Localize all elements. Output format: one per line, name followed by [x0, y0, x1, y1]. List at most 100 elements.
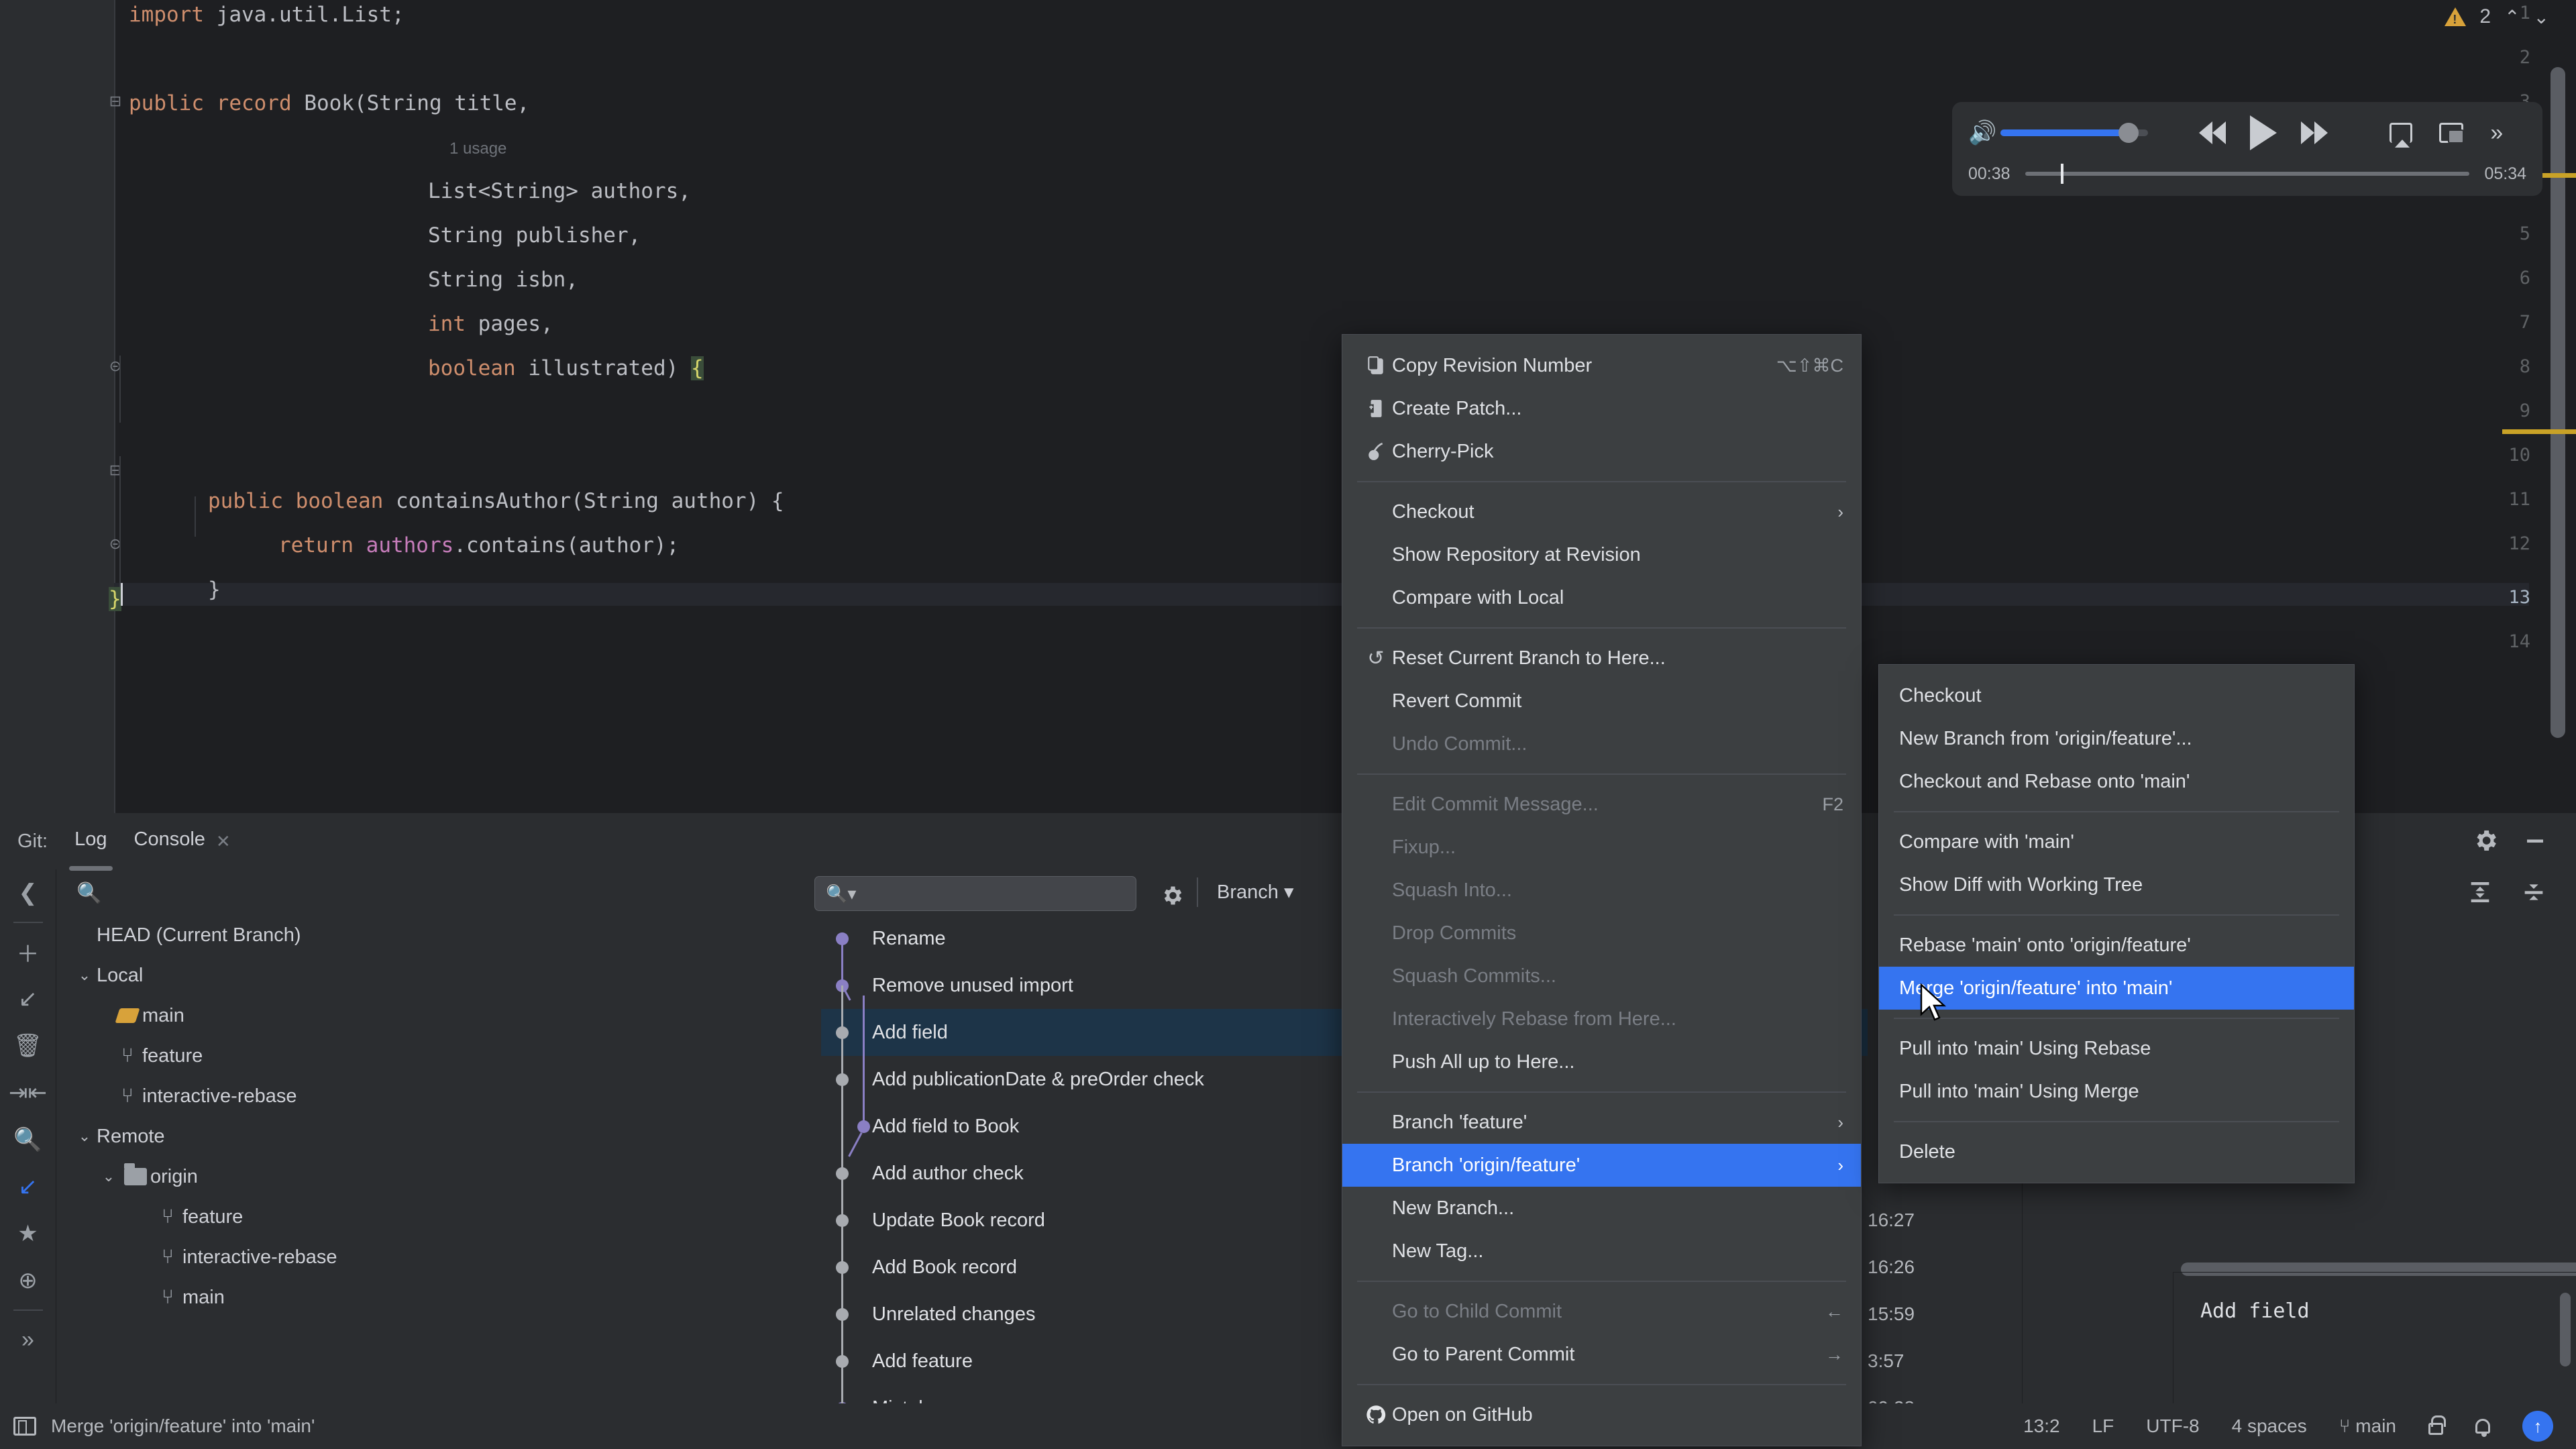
menu-item-revert-commit[interactable]: Revert Commit [1342, 680, 1861, 722]
menu-item-reset-current-branch-to-here[interactable]: ↺ Reset Current Branch to Here... [1342, 637, 1861, 680]
branch-filter-dropdown[interactable]: Branch ▾ [1217, 880, 1294, 904]
add-icon[interactable]: ＋ [5, 928, 52, 975]
menu-item-push-all-up-to-here[interactable]: Push All up to Here... [1342, 1040, 1861, 1083]
lock-icon[interactable] [2428, 1415, 2446, 1435]
error-stripe-marker[interactable] [2502, 429, 2576, 434]
minimize-icon[interactable] [2520, 825, 2551, 856]
search-icon[interactable]: 🔍 [5, 1116, 52, 1163]
commit-message: Add feature [872, 1350, 973, 1372]
volume-icon[interactable]: 🔊 [1968, 119, 1996, 146]
favorite-icon[interactable]: ★ [5, 1210, 52, 1257]
menu-item-compare-with-local[interactable]: Compare with Local [1342, 576, 1861, 619]
more-chevron-icon[interactable]: » [2490, 120, 2503, 146]
editor-scrollbar[interactable] [2551, 67, 2565, 738]
menu-item-checkout[interactable]: Checkout › [1342, 490, 1861, 533]
details-vertical-scrollbar[interactable] [2560, 1293, 2571, 1366]
submenu-item-compare-with-main[interactable]: Compare with 'main' [1879, 820, 2354, 863]
menu-item-label: Fixup... [1392, 836, 1456, 858]
menu-item-label: New Branch... [1392, 1197, 1515, 1219]
fast-forward-icon[interactable] [2301, 121, 2328, 144]
code-token-pages: pages, [478, 312, 553, 336]
seek-knob[interactable] [2060, 164, 2063, 184]
airplay-icon[interactable] [2390, 123, 2413, 148]
code-token-int: int [428, 312, 466, 336]
submenu-item-pull-using-rebase[interactable]: Pull into 'main' Using Rebase [1879, 1027, 2354, 1070]
play-icon[interactable] [2250, 115, 2277, 150]
merge-icon[interactable]: ⇥⇤ [5, 1069, 52, 1116]
checkout-icon[interactable]: ↙ [5, 1163, 52, 1210]
collapse-icon[interactable]: ❮ [5, 869, 52, 916]
branch-tree[interactable]: HEAD (Current Branch) ⌄ Local main ⑂ fea… [56, 915, 821, 1403]
volume-knob[interactable] [2118, 123, 2139, 143]
line-separator[interactable]: LF [2092, 1415, 2114, 1437]
submenu-item-new-branch-from[interactable]: New Branch from 'origin/feature'... [1879, 717, 2354, 760]
file-encoding[interactable]: UTF-8 [2146, 1415, 2199, 1437]
chevron-down-icon[interactable]: ⌄ [72, 1128, 97, 1145]
search-input[interactable]: 🔍▾ [814, 876, 1136, 911]
tree-item-local[interactable]: ⌄ Local [56, 955, 821, 996]
notification-bell-icon[interactable] [2475, 1419, 2490, 1437]
inspection-widget[interactable]: 2 ⌃ ⌄ [2445, 5, 2549, 28]
submenu-item-pull-using-merge[interactable]: Pull into 'main' Using Merge [1879, 1070, 2354, 1113]
search-icon[interactable]: 🔍 [76, 881, 101, 905]
menu-item-create-patch[interactable]: Create Patch... [1342, 387, 1861, 430]
expand-all-icon[interactable] [2465, 877, 2496, 908]
menu-item-copy-revision-number[interactable]: Copy Revision Number ⌥⇧⌘C [1342, 344, 1861, 387]
indent-setting[interactable]: 4 spaces [2232, 1415, 2307, 1437]
next-problem-icon[interactable]: ⌄ [2534, 6, 2549, 28]
submenu-item-merge-into-main[interactable]: Merge 'origin/feature' into 'main' [1879, 967, 2354, 1010]
menu-item-go-to-parent-commit[interactable]: Go to Parent Commit → [1342, 1333, 1861, 1376]
tree-item-feature[interactable]: ⑂ feature [56, 1036, 821, 1076]
menu-item-cherry-pick[interactable]: Cherry-Pick [1342, 430, 1861, 473]
menu-separator [1894, 811, 2339, 812]
menu-item-branch-origin-feature[interactable]: Branch 'origin/feature' › [1342, 1144, 1861, 1187]
menu-item-open-on-github[interactable]: Open on GitHub [1342, 1393, 1861, 1436]
tree-item-interactive-rebase[interactable]: ⑂ interactive-rebase [56, 1076, 821, 1116]
tab-console[interactable]: Console [134, 828, 205, 855]
rewind-icon[interactable] [2199, 121, 2226, 144]
tab-log[interactable]: Log [69, 828, 113, 871]
chevron-down-icon[interactable]: ⌄ [97, 1168, 121, 1185]
menu-item-new-branch[interactable]: New Branch... [1342, 1187, 1861, 1230]
media-player-overlay[interactable]: 🔊 » 00:38 05:34 [1952, 102, 2542, 196]
submenu-item-rebase-main-onto[interactable]: Rebase 'main' onto 'origin/feature' [1879, 924, 2354, 967]
delete-icon[interactable]: 🗑 [5, 1022, 52, 1069]
search-dropdown-icon[interactable]: 🔍▾ [826, 883, 856, 904]
commit-context-menu[interactable]: Copy Revision Number ⌥⇧⌘C Create Patch..… [1342, 334, 1862, 1446]
submenu-item-checkout[interactable]: Checkout [1879, 674, 2354, 717]
submenu-item-delete[interactable]: Delete [1879, 1130, 2354, 1173]
menu-item-new-tag[interactable]: New Tag... [1342, 1230, 1861, 1273]
inlay-usage-hint[interactable]: 1 usage [449, 140, 506, 161]
collapse-all-icon[interactable] [2518, 877, 2549, 908]
picture-in-picture-icon[interactable] [2439, 123, 2465, 144]
target-icon[interactable]: ⊕ [5, 1257, 52, 1304]
seek-slider[interactable] [2025, 164, 2470, 184]
tree-item-origin-interactive-rebase[interactable]: ⑂ interactive-rebase [56, 1237, 821, 1277]
expand-more-icon[interactable]: » [5, 1316, 52, 1363]
commit-message: Add author check [872, 1162, 1024, 1184]
tree-item-head[interactable]: HEAD (Current Branch) [56, 915, 821, 955]
tool-window-layout-icon[interactable] [13, 1417, 36, 1436]
branch-widget[interactable]: ⑂ main [2339, 1415, 2396, 1437]
submenu-item-show-diff-with-working-tree[interactable]: Show Diff with Working Tree [1879, 863, 2354, 906]
tree-item-remote[interactable]: ⌄ Remote [56, 1116, 821, 1157]
editor-gutter[interactable] [0, 0, 114, 813]
previous-problem-icon[interactable]: ⌃ [2504, 6, 2520, 28]
tree-item-origin-main[interactable]: ⑂ main [56, 1277, 821, 1318]
log-settings-gear-icon[interactable] [1157, 880, 1187, 911]
code-token-contains-call: .contains(author); [453, 533, 680, 557]
tree-item-origin[interactable]: ⌄ origin [56, 1157, 821, 1197]
menu-item-show-repository-at-revision[interactable]: Show Repository at Revision [1342, 533, 1861, 576]
menu-item-branch-feature[interactable]: Branch 'feature' › [1342, 1101, 1861, 1144]
fetch-icon[interactable]: ↙ [5, 975, 52, 1022]
volume-slider[interactable] [2000, 123, 2149, 143]
chevron-down-icon[interactable]: ⌄ [72, 967, 97, 984]
update-available-icon[interactable]: ↑ [2522, 1411, 2553, 1442]
close-icon[interactable]: ✕ [216, 831, 231, 852]
submenu-item-checkout-and-rebase[interactable]: Checkout and Rebase onto 'main' [1879, 760, 2354, 803]
tree-item-origin-feature[interactable]: ⑂ feature [56, 1197, 821, 1237]
caret-position[interactable]: 13:2 [2023, 1415, 2060, 1437]
tree-item-main[interactable]: main [56, 996, 821, 1036]
branch-submenu[interactable]: Checkout New Branch from 'origin/feature… [1878, 664, 2355, 1183]
gear-icon[interactable] [2470, 825, 2501, 856]
